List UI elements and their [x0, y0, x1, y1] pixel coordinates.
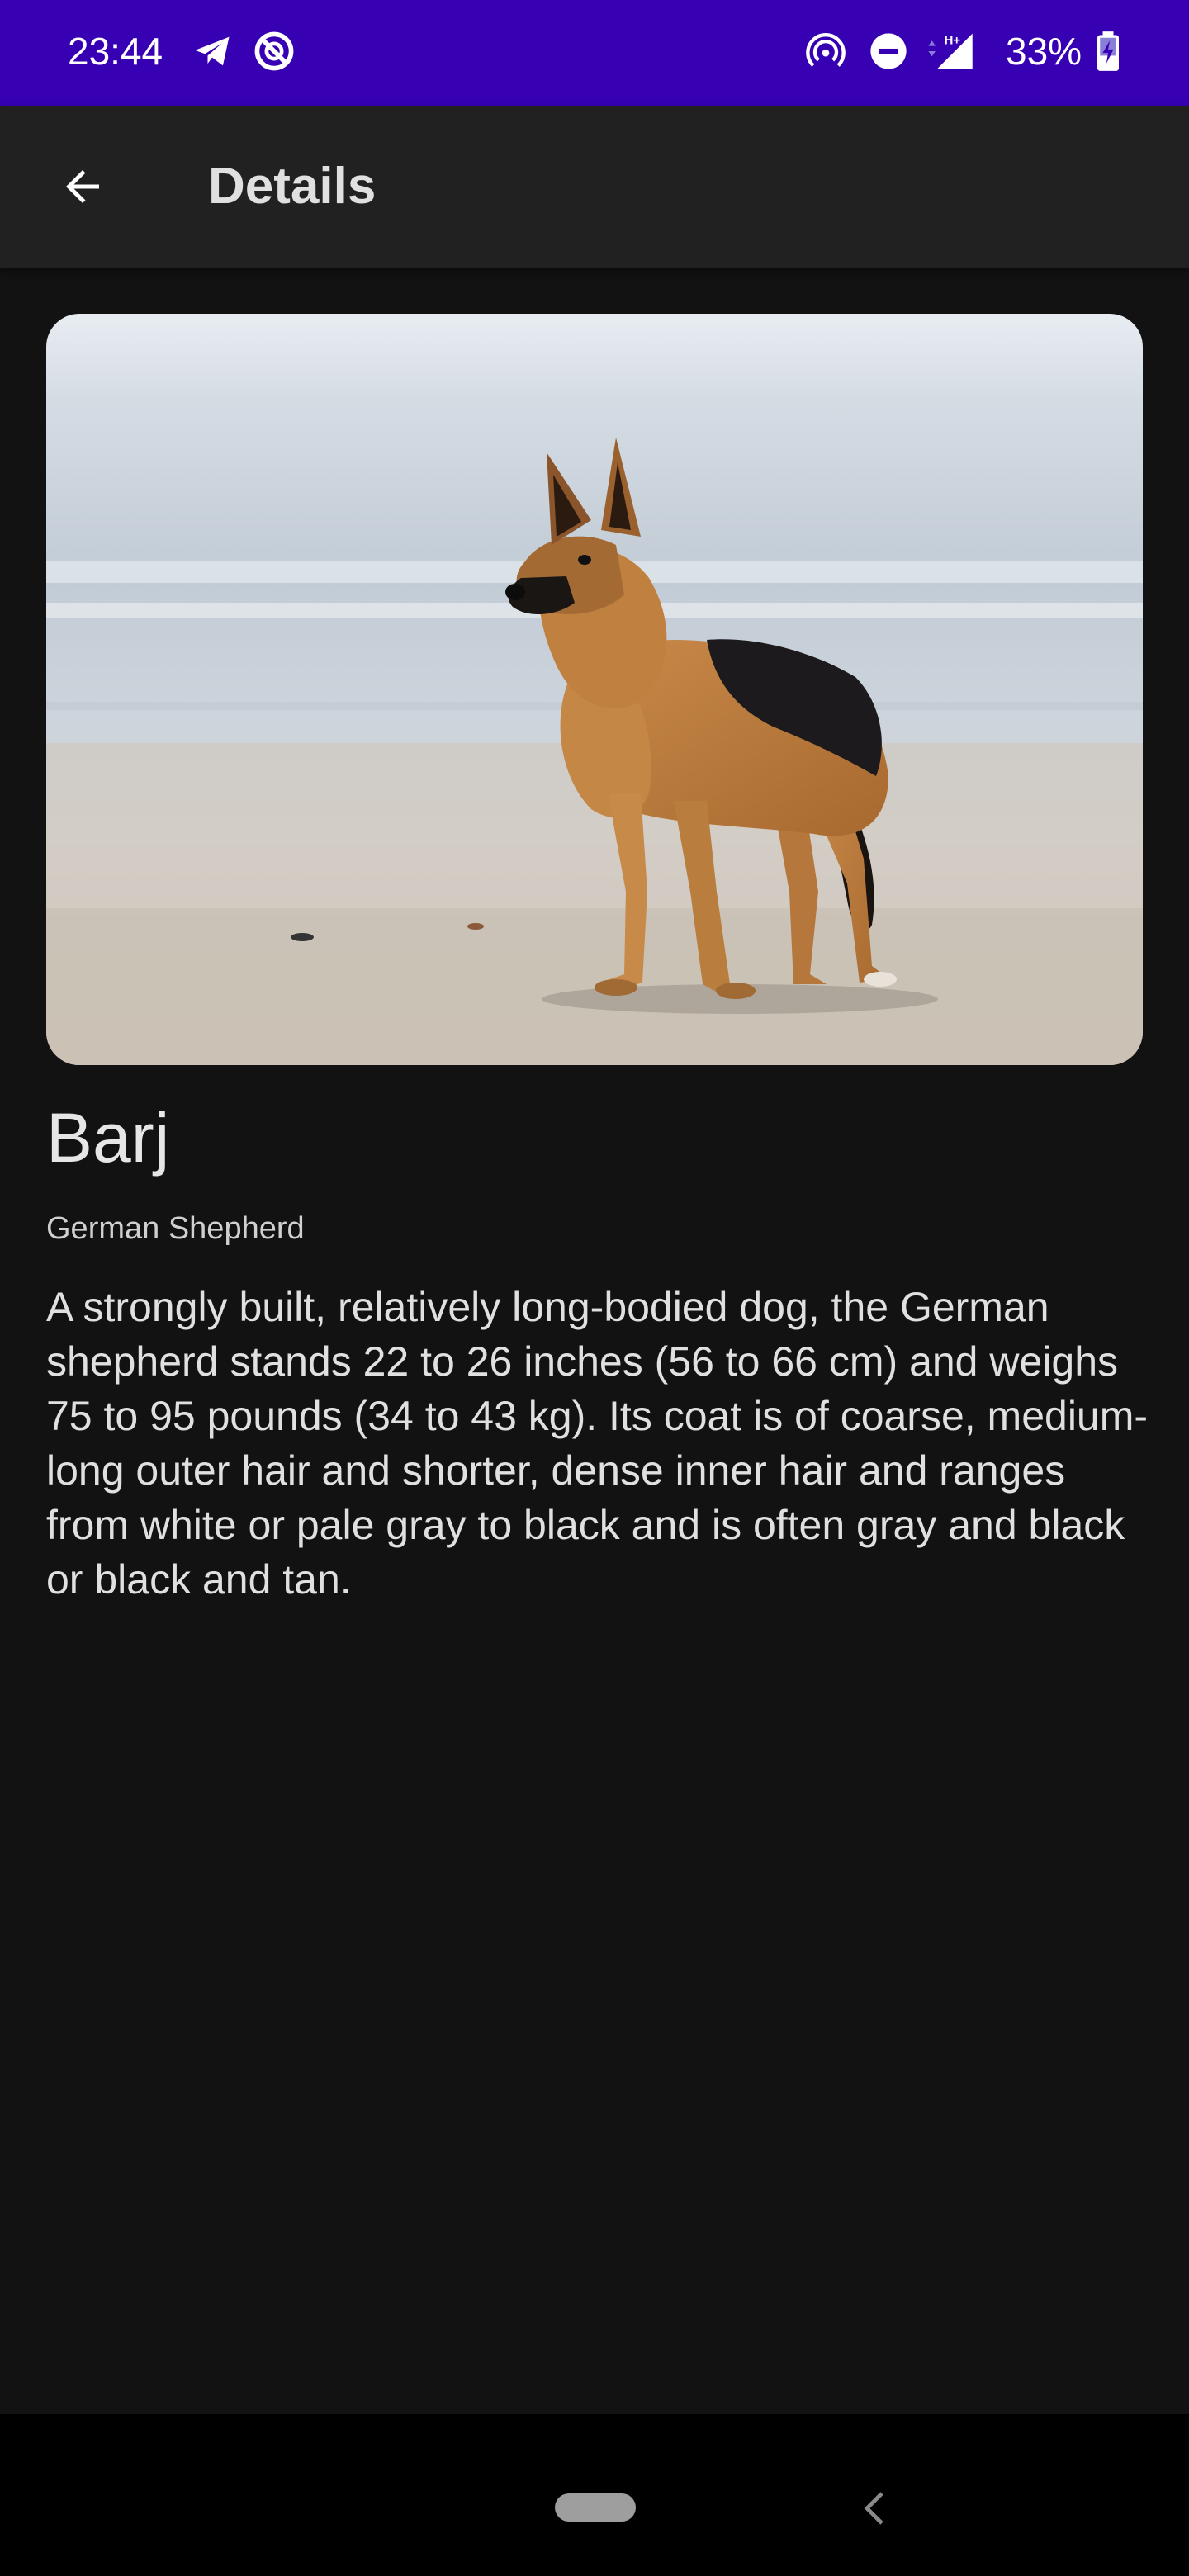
pet-breed: German Shepherd	[46, 1211, 305, 1246]
pet-description: A strongly built, relatively long-bodied…	[46, 1284, 1149, 1603]
home-pill-icon[interactable]	[555, 2493, 636, 2522]
page-title: Details	[208, 158, 377, 215]
do-not-disturb-app-icon	[254, 31, 294, 71]
signal-hplus-icon: H+	[928, 33, 973, 69]
details-screen: 23:44 H+ 33% Details Barj German Shepher…	[0, 0, 1189, 2576]
hotspot-icon	[806, 33, 846, 67]
app-bar: Details	[0, 106, 1189, 268]
status-time: 23:44	[68, 30, 163, 73]
battery-percentage: 33%	[1006, 30, 1082, 73]
arrow-back-icon	[66, 170, 99, 203]
back-button[interactable]	[40, 144, 126, 230]
battery-charging-icon	[1097, 31, 1119, 71]
svg-text:H+: H+	[945, 33, 961, 47]
pet-name: Barj	[46, 1099, 170, 1177]
telegram-icon	[195, 36, 230, 66]
dog-photo	[46, 314, 1143, 1065]
navigation-bar	[0, 2414, 1189, 2576]
nav-back-icon[interactable]	[859, 2490, 892, 2526]
dnd-icon	[870, 33, 907, 69]
status-bar: 23:44 H+ 33%	[0, 0, 1189, 106]
